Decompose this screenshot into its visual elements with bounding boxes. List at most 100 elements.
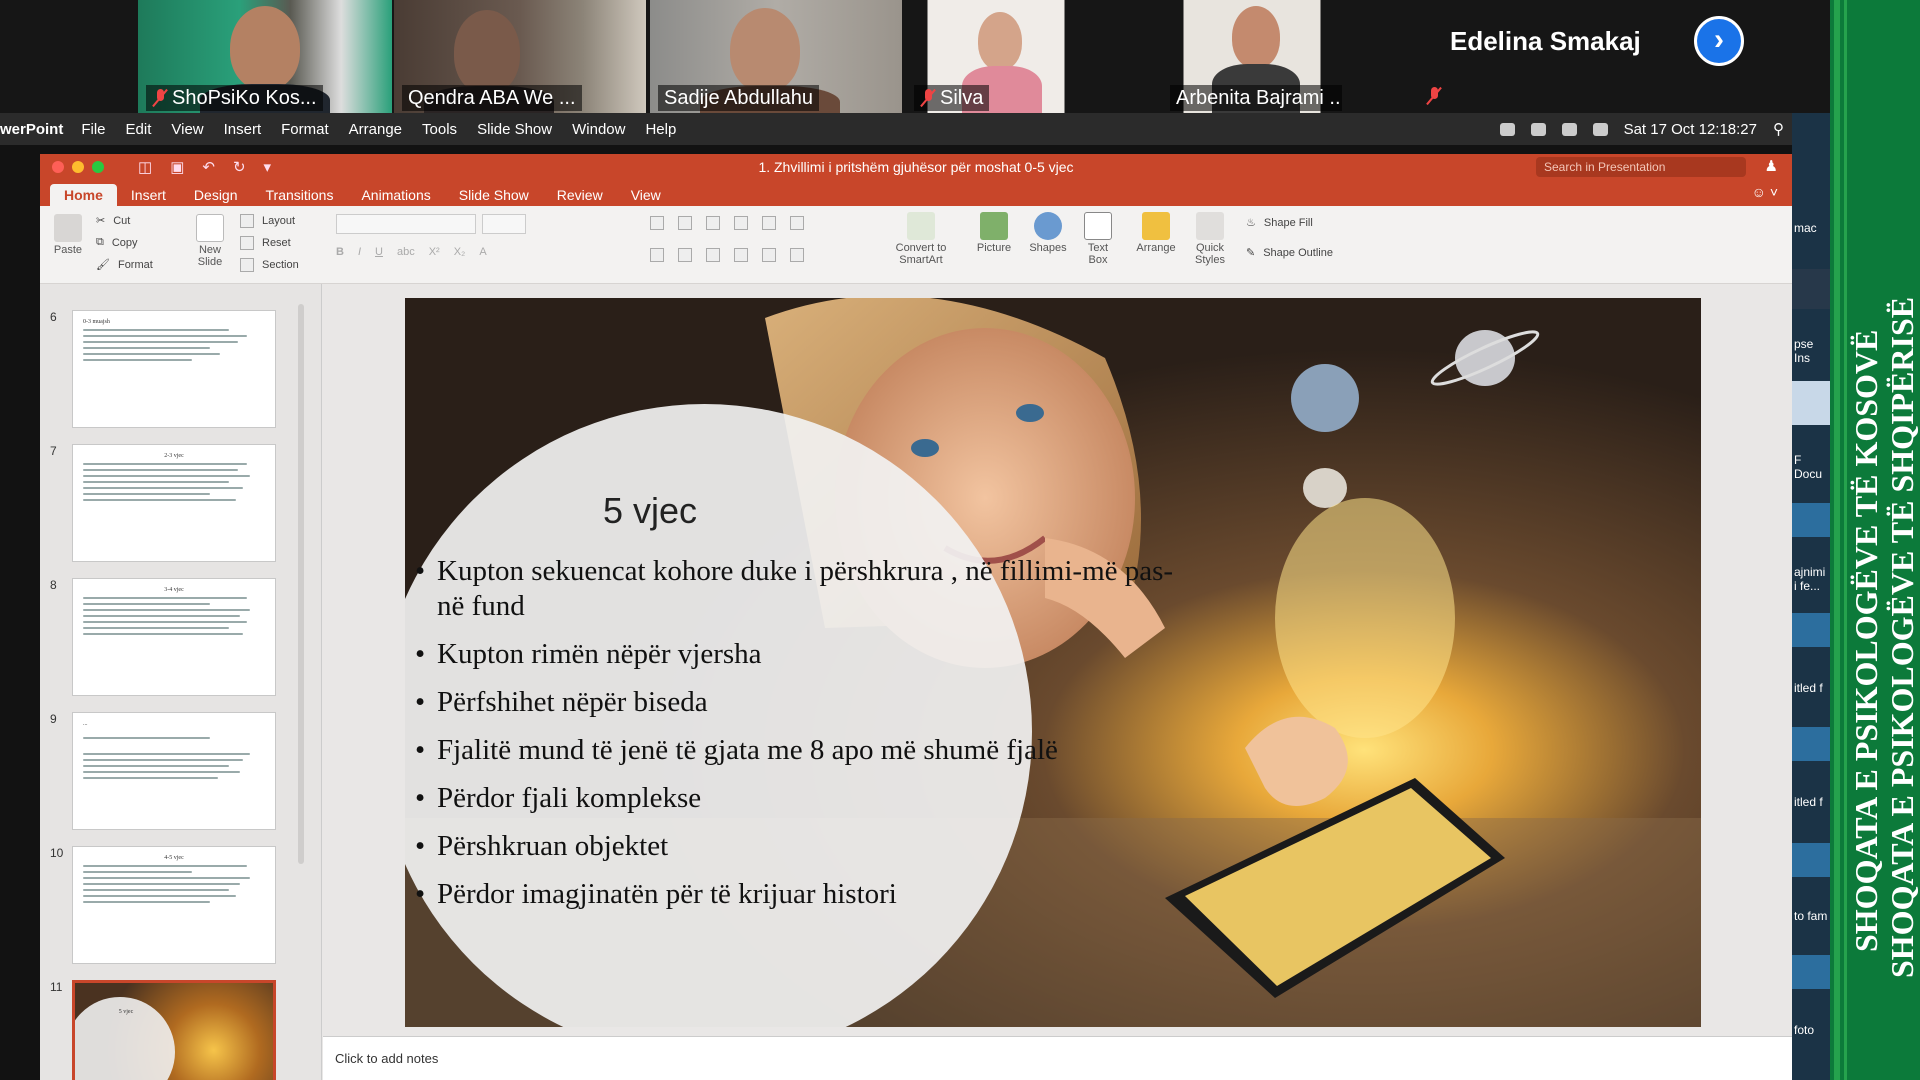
file-icon[interactable] — [1792, 503, 1830, 537]
file-icon[interactable] — [1792, 381, 1830, 425]
font-size-select[interactable] — [482, 214, 526, 234]
desktop-file-label[interactable]: ajnimi i fe... — [1794, 565, 1830, 593]
align-center-icon[interactable] — [678, 248, 692, 262]
bullet-item[interactable]: Përdor imagjinatën për të krijuar histor… — [415, 877, 1195, 912]
slide-thumbnail-selected[interactable]: 5 vjec — [72, 980, 276, 1080]
search-input[interactable]: Search in Presentation — [1536, 157, 1746, 177]
quick-styles-button[interactable]: Quick Styles — [1186, 212, 1234, 266]
bullet-list[interactable]: Kupton sekuencat kohore duke i përshkrur… — [415, 554, 1195, 925]
reset-button[interactable]: Reset — [240, 236, 291, 250]
participant-tile[interactable]: Qendra ABA We ... — [394, 0, 646, 113]
columns-icon[interactable] — [762, 216, 776, 230]
menu-view[interactable]: View — [171, 121, 203, 138]
slide-thumbnail[interactable]: 4-5 vjec — [72, 846, 276, 964]
participant-tile[interactable]: ShoPsiKo Kos... — [138, 0, 392, 113]
picture-button[interactable]: Picture — [972, 212, 1016, 254]
share-icon[interactable]: ♟ — [1765, 157, 1778, 175]
new-slide-button[interactable]: New Slide — [190, 214, 230, 268]
menu-arrange[interactable]: Arrange — [349, 121, 402, 138]
strikethrough-button[interactable]: abc — [397, 246, 415, 258]
file-icon[interactable] — [1792, 955, 1830, 989]
notes-pane[interactable]: Click to add notes — [323, 1036, 1792, 1080]
section-button[interactable]: Section — [240, 258, 299, 272]
tab-insert[interactable]: Insert — [117, 184, 180, 206]
outdent-icon[interactable] — [734, 216, 748, 230]
line-spacing-icon[interactable] — [762, 248, 776, 262]
volume-icon[interactable] — [1561, 122, 1577, 136]
slide-title[interactable]: 5 vjec — [535, 490, 765, 532]
wifi-icon[interactable] — [1530, 122, 1546, 136]
smiley-icon[interactable]: ☺ ˅ — [1752, 184, 1778, 200]
app-menu[interactable]: werPoint — [0, 121, 63, 138]
bullet-item[interactable]: Kupton rimën nëpër vjersha — [415, 637, 1195, 672]
desktop-file-label[interactable]: mac — [1794, 221, 1817, 235]
shape-outline-button[interactable]: ✎ Shape Outline — [1246, 246, 1333, 260]
participant-tile[interactable]: Arbenita Bajrami ... — [1162, 0, 1342, 113]
layout-button[interactable]: Layout — [240, 214, 295, 228]
desktop-file-label[interactable]: F Docu — [1794, 453, 1830, 481]
participant-tile[interactable]: Silva — [906, 0, 1086, 113]
bullet-item[interactable]: Fjalitë mund të jenë të gjata me 8 apo m… — [415, 733, 1195, 768]
tab-slide-show[interactable]: Slide Show — [445, 184, 543, 206]
paste-button[interactable]: Paste — [46, 214, 90, 256]
menu-help[interactable]: Help — [645, 121, 676, 138]
underline-button[interactable]: U — [375, 246, 383, 258]
desktop-file-label[interactable]: itled f — [1794, 681, 1823, 695]
current-slide[interactable]: 5 vjec Kupton sekuencat kohore duke i pë… — [405, 298, 1701, 1027]
menu-format[interactable]: Format — [281, 121, 329, 138]
text-direction-icon[interactable] — [790, 248, 804, 262]
file-icon[interactable] — [1792, 843, 1830, 877]
align-left-icon[interactable] — [650, 248, 664, 262]
thumbnail-scrollbar[interactable] — [298, 304, 304, 864]
desktop-file-label[interactable]: pse Ins — [1794, 337, 1830, 365]
bold-button[interactable]: B — [336, 246, 344, 258]
tab-review[interactable]: Review — [543, 184, 617, 206]
italic-button[interactable]: I — [358, 246, 361, 258]
font-name-select[interactable] — [336, 214, 476, 234]
subscript-button[interactable]: X₂ — [454, 246, 466, 258]
clock[interactable]: Sat 17 Oct 12:18:27 — [1624, 121, 1757, 138]
align-icon[interactable] — [790, 216, 804, 230]
desktop-file-label[interactable]: itled f — [1794, 795, 1823, 809]
shapes-button[interactable]: Shapes — [1026, 212, 1070, 254]
menu-file[interactable]: File — [81, 121, 105, 138]
superscript-button[interactable]: X² — [429, 246, 440, 258]
tab-animations[interactable]: Animations — [347, 184, 444, 206]
text-box-button[interactable]: Text Box — [1078, 212, 1118, 266]
tab-view[interactable]: View — [617, 184, 675, 206]
menu-edit[interactable]: Edit — [126, 121, 152, 138]
flag-icon[interactable] — [1592, 122, 1608, 136]
menu-tools[interactable]: Tools — [422, 121, 457, 138]
convert-smartart-button[interactable]: Convert to SmartArt — [890, 212, 952, 266]
desktop-file-label[interactable]: to fam — [1794, 909, 1827, 923]
shape-fill-button[interactable]: ♨ Shape Fill — [1246, 216, 1313, 230]
numbering-icon[interactable] — [678, 216, 692, 230]
tab-design[interactable]: Design — [180, 184, 252, 206]
format-painter-button[interactable]: 🖌 Format — [96, 258, 153, 272]
align-right-icon[interactable] — [706, 248, 720, 262]
file-icon[interactable] — [1792, 269, 1830, 309]
status-icon[interactable] — [1499, 122, 1515, 136]
tab-transitions[interactable]: Transitions — [252, 184, 348, 206]
bullet-item[interactable]: Përshkruan objektet — [415, 829, 1195, 864]
tab-home[interactable]: Home — [50, 184, 117, 206]
search-icon[interactable]: ⚲ — [1773, 120, 1784, 138]
bullet-item[interactable]: Përdor fjali komplekse — [415, 781, 1195, 816]
next-page-button[interactable]: › — [1694, 16, 1744, 66]
bullets-icon[interactable] — [650, 216, 664, 230]
menu-slide-show[interactable]: Slide Show — [477, 121, 552, 138]
bullet-item[interactable]: Kupton sekuencat kohore duke i përshkrur… — [415, 554, 1195, 624]
font-color-button[interactable]: A — [479, 246, 486, 258]
copy-button[interactable]: ⧉ Copy — [96, 236, 138, 249]
desktop-file-label[interactable]: foto — [1794, 1023, 1814, 1037]
cut-button[interactable]: ✂ Cut — [96, 214, 130, 228]
arrange-button[interactable]: Arrange — [1132, 212, 1180, 254]
slide-thumbnail[interactable]: ... — [72, 712, 276, 830]
menu-insert[interactable]: Insert — [224, 121, 262, 138]
indent-icon[interactable] — [706, 216, 720, 230]
slide-thumbnail[interactable]: 3-4 vjec — [72, 578, 276, 696]
justify-icon[interactable] — [734, 248, 748, 262]
file-icon[interactable] — [1792, 727, 1830, 761]
slide-thumbnail[interactable]: 2-3 vjec — [72, 444, 276, 562]
participant-tile[interactable]: Sadije Abdullahu — [650, 0, 902, 113]
